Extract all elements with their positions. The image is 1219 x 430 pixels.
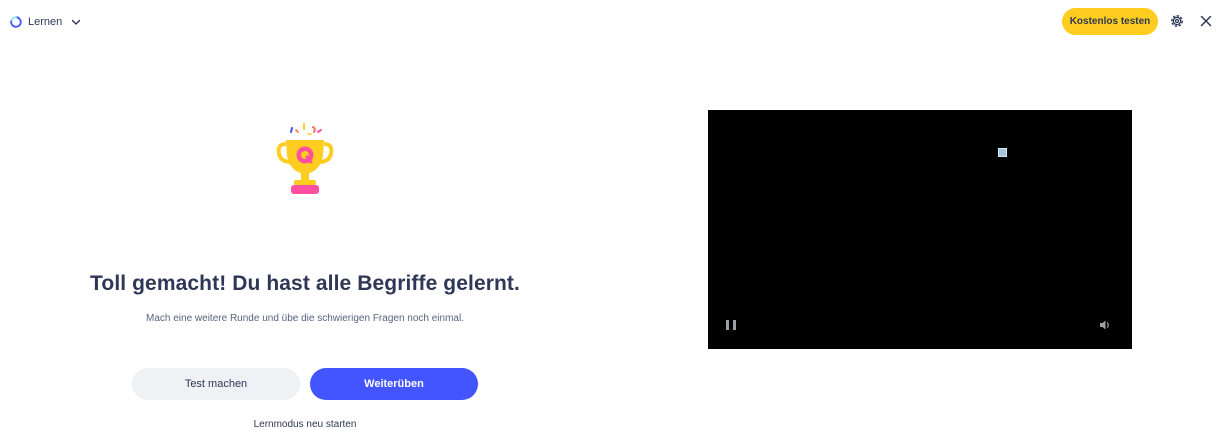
take-test-button[interactable]: Test machen	[132, 368, 300, 400]
keep-practicing-button[interactable]: Weiterüben	[310, 368, 478, 400]
ad-info-icon[interactable]	[998, 148, 1007, 157]
mode-switcher[interactable]: Lernen	[10, 12, 82, 32]
chevron-down-icon	[70, 16, 82, 28]
mode-label: Lernen	[28, 16, 63, 28]
trophy-icon	[274, 122, 336, 198]
video-ad-player[interactable]	[708, 110, 1132, 349]
restart-learn-mode-link[interactable]: Lernmodus neu starten	[205, 419, 405, 430]
free-trial-button[interactable]: Kostenlos testen	[1062, 8, 1158, 35]
top-bar: Lernen Kostenlos testen	[0, 0, 1219, 44]
learn-mode-icon	[10, 16, 22, 28]
gear-icon[interactable]	[1169, 13, 1185, 29]
volume-icon[interactable]	[1098, 318, 1112, 332]
pause-icon[interactable]	[726, 320, 736, 330]
close-icon[interactable]	[1199, 14, 1213, 28]
completion-subline: Mach eine weitere Runde und übe die schw…	[146, 313, 464, 324]
completion-headline: Toll gemacht! Du hast alle Begriffe gele…	[90, 272, 520, 295]
